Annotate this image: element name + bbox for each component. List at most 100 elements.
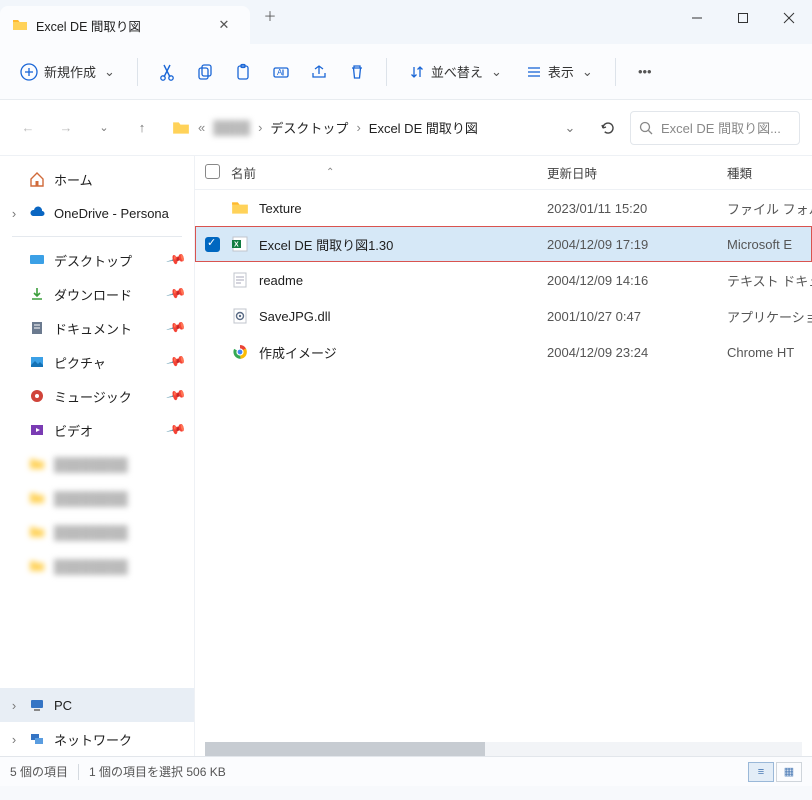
file-list: 名前 ⌃ 更新日時 種類 Texture 2023/01/11 15:20ファイル … — [195, 156, 812, 756]
sidebar-label: デスクトップ — [54, 251, 132, 270]
chevron-right-icon: › — [356, 120, 360, 135]
select-all-checkbox[interactable] — [205, 164, 220, 179]
details-view-button[interactable]: ≡ — [748, 762, 774, 782]
sidebar-item-blurred[interactable]: ████████ — [0, 515, 194, 549]
close-button[interactable] — [766, 0, 812, 36]
chevron-down-icon: ⌄ — [104, 64, 115, 80]
more-button[interactable]: ••• — [628, 55, 662, 89]
column-name[interactable]: 名前 — [231, 163, 256, 182]
breadcrumb-item[interactable]: Excel DE 間取り図 — [369, 118, 478, 137]
tab-title: Excel DE 間取り図 — [36, 16, 204, 35]
breadcrumb-item[interactable]: ████ — [213, 120, 250, 135]
file-row[interactable]: XExcel DE 間取り図1.302004/12/09 17:19Micros… — [195, 226, 812, 262]
file-date: 2023/01/11 15:20 — [547, 201, 727, 216]
sidebar-item-blurred[interactable]: ████████ — [0, 549, 194, 583]
expand-icon[interactable]: › — [6, 732, 22, 747]
file-row[interactable]: SaveJPG.dll2001/10/27 0:47アプリケーショ — [195, 298, 812, 334]
refresh-button[interactable] — [592, 112, 624, 144]
new-button[interactable]: 新規作成 ⌄ — [10, 56, 125, 87]
music-icon — [28, 387, 46, 405]
sidebar-label: ピクチャ — [54, 353, 106, 372]
separator — [137, 58, 138, 86]
pin-icon: 📌 — [165, 351, 187, 373]
cloud-icon — [28, 204, 46, 222]
breadcrumb-dropdown[interactable]: ⌄ — [554, 112, 586, 144]
file-date: 2004/12/09 23:24 — [547, 345, 727, 360]
sort-label: 並べ替え — [431, 62, 483, 81]
sort-button[interactable]: 並べ替え ⌄ — [399, 56, 512, 87]
file-row[interactable]: Texture 2023/01/11 15:20ファイル フォル — [195, 190, 812, 226]
forward-button[interactable]: → — [50, 112, 82, 144]
breadcrumb-item[interactable]: デスクトップ — [270, 118, 348, 137]
breadcrumb[interactable]: « ████ › デスクトップ › Excel DE 間取り図 — [164, 110, 548, 146]
maximize-button[interactable] — [720, 0, 766, 36]
sidebar-label: ホーム — [54, 170, 93, 189]
rename-button[interactable]: A — [264, 55, 298, 89]
sort-icon — [409, 64, 425, 80]
file-row[interactable]: 作成イメージ2004/12/09 23:24Chrome HT — [195, 334, 812, 370]
view-switcher: ≡ ▦ — [748, 762, 802, 782]
file-type: ファイル フォル — [727, 199, 812, 218]
folder-icon — [172, 119, 190, 137]
minimize-button[interactable] — [674, 0, 720, 36]
expand-icon[interactable]: › — [6, 698, 22, 713]
view-label: 表示 — [548, 62, 574, 81]
horizontal-scrollbar[interactable] — [205, 742, 802, 756]
row-checkbox[interactable] — [205, 237, 220, 252]
desktop-icon — [28, 251, 46, 269]
window-tab[interactable]: Excel DE 間取り図 ✕ — [0, 6, 250, 44]
column-type[interactable]: 種類 — [727, 163, 812, 182]
thumbnails-view-button[interactable]: ▦ — [776, 762, 802, 782]
folder-icon — [12, 17, 28, 33]
svg-text:A: A — [277, 68, 283, 77]
file-date: 2004/12/09 17:19 — [547, 237, 727, 252]
share-button[interactable] — [302, 55, 336, 89]
sidebar-item-pc[interactable]: › PC — [0, 688, 194, 722]
pictures-icon — [28, 353, 46, 371]
close-tab-icon[interactable]: ✕ — [212, 13, 236, 37]
sidebar-item-home[interactable]: ホーム — [0, 162, 194, 196]
titlebar: Excel DE 間取り図 ✕ ＋ — [0, 0, 812, 44]
status-bar: 5 個の項目 1 個の項目を選択 506 KB ≡ ▦ — [0, 756, 812, 786]
view-button[interactable]: 表示 ⌄ — [516, 56, 603, 87]
column-date[interactable]: 更新日時 — [547, 163, 727, 182]
sidebar-label: ドキュメント — [54, 319, 132, 338]
pin-icon: 📌 — [165, 317, 187, 339]
file-row[interactable]: readme2004/12/09 14:16テキスト ドキュ — [195, 262, 812, 298]
new-label: 新規作成 — [44, 62, 96, 81]
sidebar-item-downloads[interactable]: ダウンロード📌 — [0, 277, 194, 311]
sidebar-label: PC — [54, 698, 72, 713]
expand-icon[interactable]: › — [6, 206, 22, 221]
copy-button[interactable] — [188, 55, 222, 89]
status-count: 5 個の項目 — [10, 763, 68, 780]
cut-button[interactable] — [150, 55, 184, 89]
new-tab-button[interactable]: ＋ — [250, 6, 290, 25]
view-icon — [526, 64, 542, 80]
sidebar-item-onedrive[interactable]: › OneDrive - Persona — [0, 196, 194, 230]
text-icon — [231, 271, 249, 289]
status-selected: 1 個の項目を選択 506 KB — [89, 763, 226, 780]
sidebar-item-music[interactable]: ミュージック📌 — [0, 379, 194, 413]
sidebar-label: ミュージック — [54, 387, 132, 406]
sidebar-item-blurred[interactable]: ████████ — [0, 447, 194, 481]
search-input[interactable]: Excel DE 間取り図... — [630, 111, 800, 145]
sidebar-item-network[interactable]: › ネットワーク — [0, 722, 194, 756]
pc-icon — [28, 696, 46, 714]
sidebar-item-documents[interactable]: ドキュメント 📌 — [0, 311, 194, 345]
delete-button[interactable] — [340, 55, 374, 89]
sidebar-item-blurred[interactable]: ████████ — [0, 481, 194, 515]
chevron-down-icon[interactable]: ⌄ — [88, 112, 120, 144]
scrollbar-thumb[interactable] — [205, 742, 485, 756]
sidebar-item-pictures[interactable]: ピクチャ 📌 — [0, 345, 194, 379]
chevron-down-icon: ⌄ — [491, 64, 502, 80]
up-button[interactable]: ↑ — [126, 112, 158, 144]
file-name: readme — [259, 273, 303, 288]
back-button[interactable]: ← — [12, 112, 44, 144]
paste-button[interactable] — [226, 55, 260, 89]
file-date: 2001/10/27 0:47 — [547, 309, 727, 324]
sort-asc-icon: ⌃ — [326, 167, 334, 178]
document-icon — [28, 319, 46, 337]
file-name: Texture — [259, 201, 302, 216]
sidebar-item-desktop[interactable]: デスクトップ📌 — [0, 243, 194, 277]
sidebar-item-videos[interactable]: ビデオ📌 — [0, 413, 194, 447]
